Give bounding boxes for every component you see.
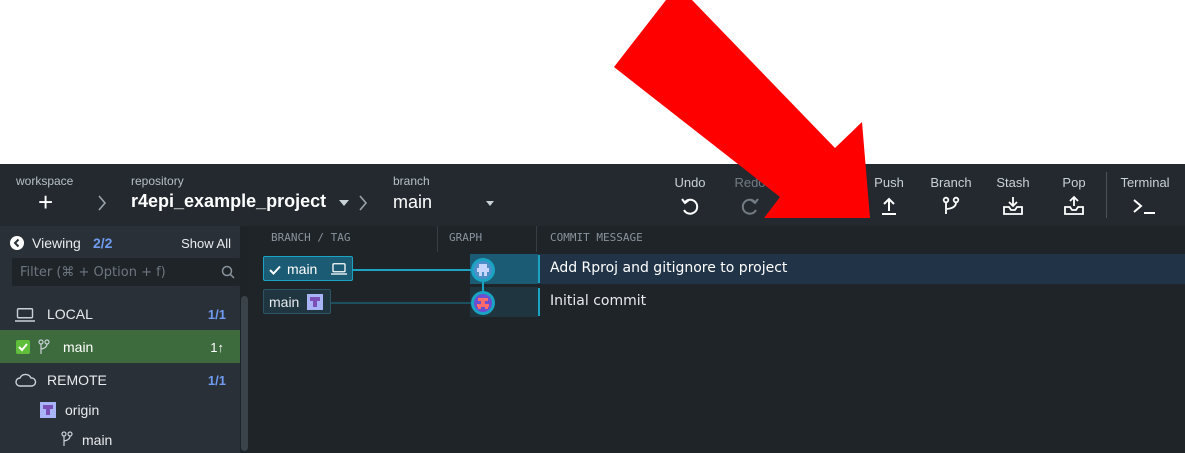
annotation-arrow	[614, 0, 870, 218]
